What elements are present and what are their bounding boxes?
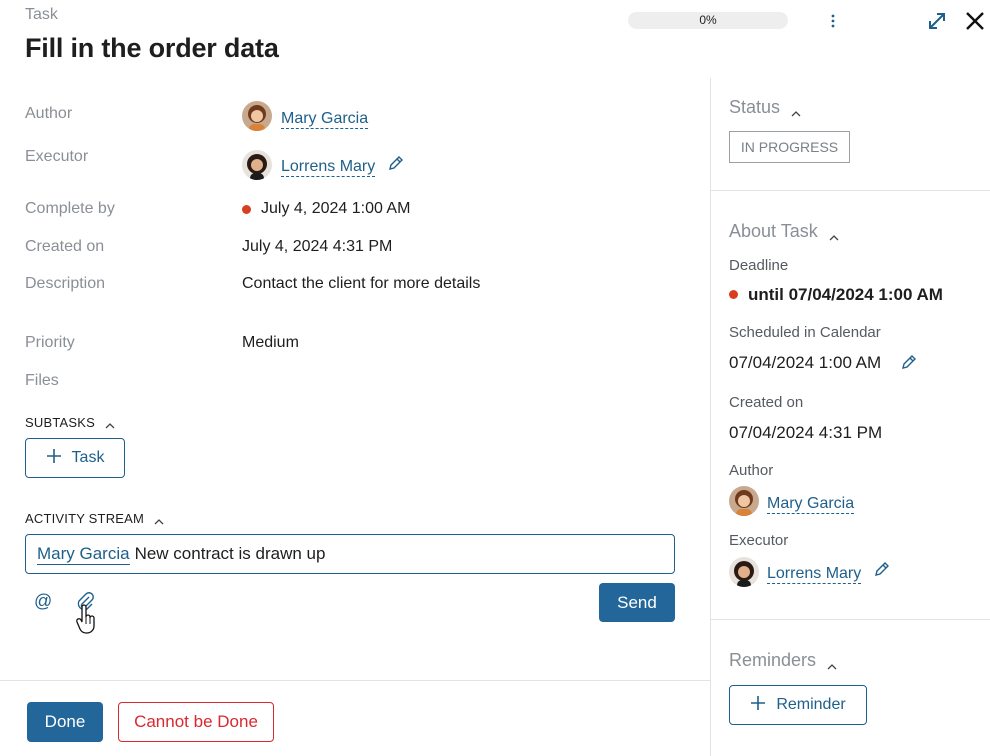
priority-value: Medium (242, 334, 299, 351)
deadline-value: until 07/04/2024 1:00 AM (748, 285, 943, 304)
status-badge[interactable]: IN PROGRESS (729, 131, 850, 163)
chevron-up-icon (791, 103, 801, 117)
created-on-label: Created on (729, 394, 804, 411)
chevron-up-icon (827, 656, 837, 670)
add-task-label: Task (71, 449, 105, 466)
task-kind-label: Task (25, 6, 58, 23)
files-label: Files (25, 372, 59, 389)
chevron-up-icon (154, 515, 164, 525)
author-label: Author (729, 462, 774, 479)
chevron-up-icon (105, 419, 115, 429)
created-on-value: 07/04/2024 4:31 PM (729, 423, 883, 442)
executor-label: Executor (729, 532, 789, 549)
mention-link[interactable]: Mary Garcia (37, 544, 130, 565)
about-task-heading: About Task (729, 221, 818, 241)
avatar (242, 150, 272, 180)
at-icon[interactable]: @ (34, 590, 56, 612)
created-on-label: Created on (25, 238, 105, 255)
complete-by-value: July 4, 2024 1:00 AM (261, 200, 411, 217)
about-task-header[interactable]: About Task (729, 221, 839, 242)
status-heading: Status (729, 97, 781, 117)
page-title: Fill in the order data (25, 33, 279, 63)
reminders-header[interactable]: Reminders (729, 650, 837, 671)
activity-stream-heading: ACTIVITY STREAM (25, 511, 145, 526)
pencil-icon[interactable] (386, 153, 406, 173)
scheduled-value: 07/04/2024 1:00 AM (729, 353, 882, 372)
executor-link[interactable]: Lorrens Mary (767, 565, 862, 584)
more-icon[interactable] (826, 12, 840, 30)
author-link[interactable]: Mary Garcia (281, 110, 369, 129)
reminders-heading: Reminders (729, 650, 817, 670)
add-reminder-label: Reminder (776, 696, 846, 713)
subtasks-header[interactable]: SUBTASKS (25, 415, 115, 430)
cannot-be-done-button[interactable]: Cannot be Done (118, 702, 274, 742)
pencil-icon[interactable] (899, 352, 919, 372)
overdue-dot (729, 290, 738, 299)
chevron-up-icon (829, 227, 839, 241)
progress-text: 0% (699, 13, 717, 27)
send-button[interactable]: Send (599, 583, 675, 622)
plus-icon (750, 695, 766, 716)
avatar (242, 101, 272, 131)
priority-label: Priority (25, 334, 75, 351)
author-label: Author (25, 105, 73, 122)
deadline-label: Deadline (729, 257, 789, 274)
executor-link[interactable]: Lorrens Mary (281, 158, 376, 177)
add-task-button[interactable]: Task (25, 438, 125, 478)
divider (711, 190, 990, 191)
avatar (729, 486, 759, 516)
expand-icon[interactable] (926, 10, 948, 32)
footer-divider (0, 680, 710, 681)
avatar (729, 557, 759, 587)
comment-text: New contract is drawn up (134, 544, 326, 563)
task-sidebar: Status IN PROGRESS About Task Deadline u… (710, 78, 990, 756)
close-icon[interactable] (963, 9, 987, 33)
description-value: Contact the client for more details (242, 275, 481, 292)
executor-label: Executor (25, 148, 89, 165)
progress-bar: 0% (628, 12, 788, 29)
add-reminder-button[interactable]: Reminder (729, 685, 867, 725)
pencil-icon[interactable] (872, 559, 892, 579)
overdue-dot (242, 205, 251, 214)
scheduled-label: Scheduled in Calendar (729, 324, 881, 341)
done-button[interactable]: Done (27, 702, 103, 742)
author-link[interactable]: Mary Garcia (767, 495, 855, 514)
complete-by-label: Complete by (25, 200, 115, 217)
divider (711, 619, 990, 620)
status-header[interactable]: Status (729, 97, 801, 118)
cursor-hand-icon (75, 604, 99, 634)
description-label: Description (25, 275, 106, 292)
plus-icon (46, 448, 62, 469)
created-on-value: July 4, 2024 4:31 PM (242, 238, 393, 255)
comment-input[interactable]: Mary Garcia New contract is drawn up (25, 534, 675, 574)
activity-stream-header[interactable]: ACTIVITY STREAM (25, 511, 164, 526)
subtasks-heading: SUBTASKS (25, 415, 95, 430)
